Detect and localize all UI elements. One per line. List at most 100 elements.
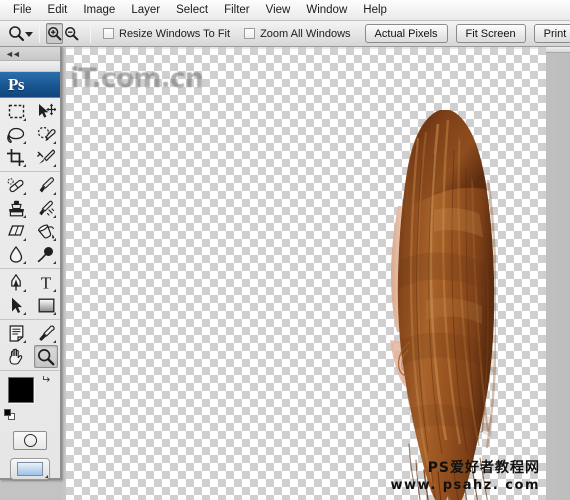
- zoom-in-icon[interactable]: [46, 23, 63, 44]
- options-separator-1: [39, 24, 40, 43]
- site-credit-url: www. psahz. com: [390, 477, 540, 493]
- flyout-triangle-icon[interactable]: [53, 215, 56, 218]
- lasso-tool[interactable]: [4, 123, 28, 146]
- flyout-triangle-icon[interactable]: [23, 238, 26, 241]
- flyout-triangle-icon[interactable]: [23, 141, 26, 144]
- flyout-triangle-icon[interactable]: [23, 340, 26, 343]
- document-canvas[interactable]: iT.com.cn PS爱好者教程网 www. psahz. com: [66, 47, 546, 500]
- menu-item-view[interactable]: View: [258, 2, 299, 19]
- actual-pixels-button[interactable]: Actual Pixels: [364, 24, 448, 43]
- horizontal-type-tool[interactable]: T: [34, 271, 58, 294]
- history-brush-tool[interactable]: [34, 197, 58, 220]
- flyout-triangle-icon[interactable]: [23, 164, 26, 167]
- move-tool[interactable]: [34, 100, 58, 123]
- notes-tool[interactable]: [4, 322, 28, 345]
- flyout-triangle-icon[interactable]: [23, 118, 26, 121]
- default-colors-icon[interactable]: [4, 409, 15, 420]
- foreground-color-swatch[interactable]: [8, 377, 34, 403]
- zoom-icon: [38, 348, 55, 365]
- flyout-triangle-icon[interactable]: [53, 261, 56, 264]
- zoom-out-icon[interactable]: [63, 23, 80, 44]
- flyout-triangle-icon[interactable]: [45, 475, 48, 478]
- quick-mask-icon[interactable]: [13, 430, 47, 450]
- quick-selection-tool[interactable]: [34, 123, 58, 146]
- flyout-triangle-icon[interactable]: [23, 192, 26, 195]
- flyout-triangle-icon[interactable]: [53, 238, 56, 241]
- slice-tool[interactable]: [34, 146, 58, 169]
- checkbox-box[interactable]: [103, 28, 114, 39]
- checkbox-label: Zoom All Windows: [260, 27, 351, 40]
- spot-healing-brush-tool[interactable]: [4, 174, 28, 197]
- photoshop-logo-text: Ps: [8, 74, 25, 94]
- resize-windows-to-fit-checkbox[interactable]: Resize Windows To Fit: [103, 28, 230, 40]
- flyout-triangle-icon[interactable]: [53, 289, 56, 292]
- print-size-button[interactable]: Print Size: [533, 24, 570, 43]
- flyout-triangle-icon[interactable]: [53, 141, 56, 144]
- marquee-icon: [8, 104, 24, 119]
- rectangle-shape-tool[interactable]: [34, 294, 58, 317]
- toolbox-collapse-button[interactable]: ◄◄: [0, 47, 60, 61]
- blur-tool[interactable]: [4, 243, 28, 266]
- quick-mask-toggle[interactable]: [0, 427, 60, 453]
- tool-row: [0, 197, 60, 220]
- flyout-triangle-icon[interactable]: [53, 164, 56, 167]
- path-selection-tool[interactable]: [4, 294, 28, 317]
- tool-row: [0, 345, 60, 368]
- clone-stamp-tool[interactable]: [4, 197, 28, 220]
- toolbox-drag-strip[interactable]: [0, 61, 60, 72]
- tool-row: [0, 123, 60, 146]
- photoshop-window: File Edit Image Layer Select Filter View…: [0, 0, 570, 500]
- swap-colors-icon[interactable]: ↵: [41, 373, 50, 386]
- menu-item-filter[interactable]: Filter: [216, 2, 258, 19]
- flyout-triangle-icon[interactable]: [53, 312, 56, 315]
- fit-screen-button[interactable]: Fit Screen: [455, 24, 526, 43]
- tool-options-bar: Resize Windows To Fit Zoom All Windows A…: [0, 21, 570, 47]
- zoom-tool[interactable]: [34, 345, 58, 368]
- menu-item-window[interactable]: Window: [298, 2, 355, 19]
- paint-bucket-tool[interactable]: [34, 220, 58, 243]
- rectangular-marquee-tool[interactable]: [4, 100, 28, 123]
- menu-bar: File Edit Image Layer Select Filter View…: [0, 0, 570, 21]
- canvas-top-edge: [66, 47, 546, 49]
- canvas-watermark: iT.com.cn: [70, 63, 204, 94]
- flyout-triangle-icon[interactable]: [23, 215, 26, 218]
- options-separator-2: [90, 24, 91, 43]
- chevron-down-icon[interactable]: [25, 23, 33, 45]
- menu-item-select[interactable]: Select: [168, 2, 216, 19]
- right-panel-header: [546, 47, 570, 53]
- dodge-tool[interactable]: [34, 243, 58, 266]
- screen-mode-preview: [17, 462, 43, 476]
- checkbox-label: Resize Windows To Fit: [119, 27, 231, 40]
- zoom-all-windows-checkbox[interactable]: Zoom All Windows: [244, 27, 351, 40]
- brush-tool[interactable]: [34, 174, 58, 197]
- screen-mode-icon[interactable]: [10, 458, 50, 480]
- tool-row: [0, 174, 60, 197]
- eyedropper-tool[interactable]: [34, 322, 58, 345]
- flyout-triangle-icon[interactable]: [23, 289, 26, 292]
- flyout-triangle-icon[interactable]: [23, 312, 26, 315]
- move-icon: [38, 103, 56, 118]
- type-t-icon: T: [41, 274, 52, 291]
- menu-item-image[interactable]: Image: [75, 2, 123, 19]
- eraser-tool[interactable]: [4, 220, 28, 243]
- site-credit: PS爱好者教程网 www. psahz. com: [391, 460, 540, 494]
- double-chevron-left-icon[interactable]: ◄◄: [5, 49, 21, 59]
- checkbox-box[interactable]: [244, 28, 256, 39]
- zoom-icon[interactable]: [8, 23, 25, 45]
- hand-icon: [9, 348, 23, 365]
- pen-tool[interactable]: [4, 271, 28, 294]
- flyout-triangle-icon[interactable]: [53, 340, 56, 343]
- menu-item-layer[interactable]: Layer: [123, 2, 168, 19]
- flyout-triangle-icon[interactable]: [23, 261, 26, 264]
- crop-tool[interactable]: [4, 146, 28, 169]
- menu-item-file[interactable]: File: [5, 2, 40, 19]
- menu-item-edit[interactable]: Edit: [40, 2, 76, 19]
- rectangle-shape-icon: [38, 298, 54, 313]
- tool-row: T: [0, 271, 60, 294]
- hair-artwork: [388, 110, 496, 500]
- flyout-triangle-icon[interactable]: [53, 192, 56, 195]
- blur-drop-icon: [9, 246, 23, 263]
- menu-item-help[interactable]: Help: [355, 2, 395, 19]
- hand-tool[interactable]: [4, 345, 28, 368]
- screen-mode-toggle[interactable]: [0, 453, 60, 485]
